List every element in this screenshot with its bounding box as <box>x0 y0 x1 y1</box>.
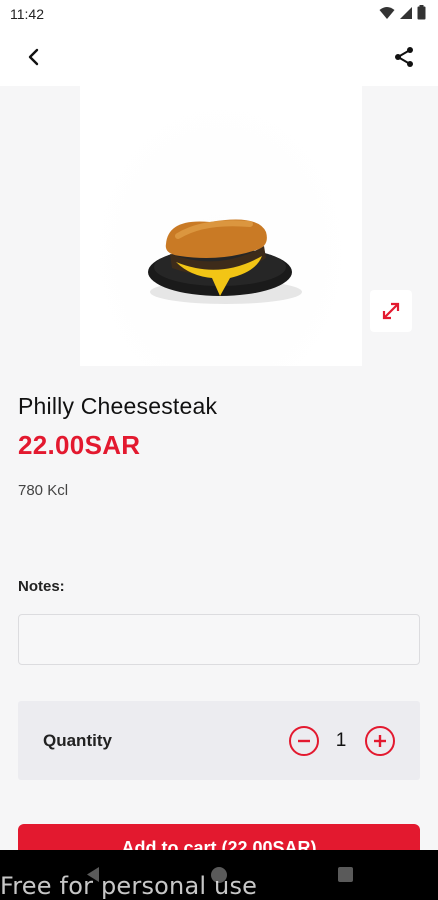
product-calories: 780 Kcl <box>18 482 69 499</box>
share-icon <box>395 47 413 67</box>
nav-back-icon[interactable] <box>85 866 101 883</box>
notes-label: Notes: <box>18 578 65 595</box>
product-name: Philly Cheesesteak <box>18 393 218 419</box>
battery-icon <box>417 5 426 20</box>
nav-home-icon[interactable] <box>211 867 227 883</box>
status-bar: 11:42 <box>0 0 438 28</box>
system-nav-bar <box>0 850 438 900</box>
expand-image-button[interactable] <box>370 290 412 332</box>
expand-arrows-icon <box>382 302 400 320</box>
share-button[interactable] <box>388 41 420 73</box>
wifi-icon <box>379 6 395 19</box>
nav-recent-icon[interactable] <box>338 867 353 882</box>
status-icons <box>379 5 426 20</box>
quantity-panel: Quantity 1 <box>18 701 420 780</box>
quantity-decrease-button[interactable] <box>289 726 319 756</box>
product-price: 22.00SAR <box>18 430 141 460</box>
quantity-label: Quantity <box>43 731 112 750</box>
back-button[interactable] <box>18 41 50 73</box>
app-bar <box>0 28 438 86</box>
minus-circle-icon <box>298 739 310 743</box>
quantity-value: 1 <box>335 730 347 751</box>
status-time: 11:42 <box>10 6 44 22</box>
signal-icon <box>400 6 412 19</box>
plus-circle-icon <box>374 735 386 747</box>
notes-input[interactable] <box>18 614 420 665</box>
sandwich-photo <box>148 219 302 304</box>
chevron-left-icon <box>28 48 39 66</box>
quantity-increase-button[interactable] <box>365 726 395 756</box>
product-image <box>80 86 362 366</box>
